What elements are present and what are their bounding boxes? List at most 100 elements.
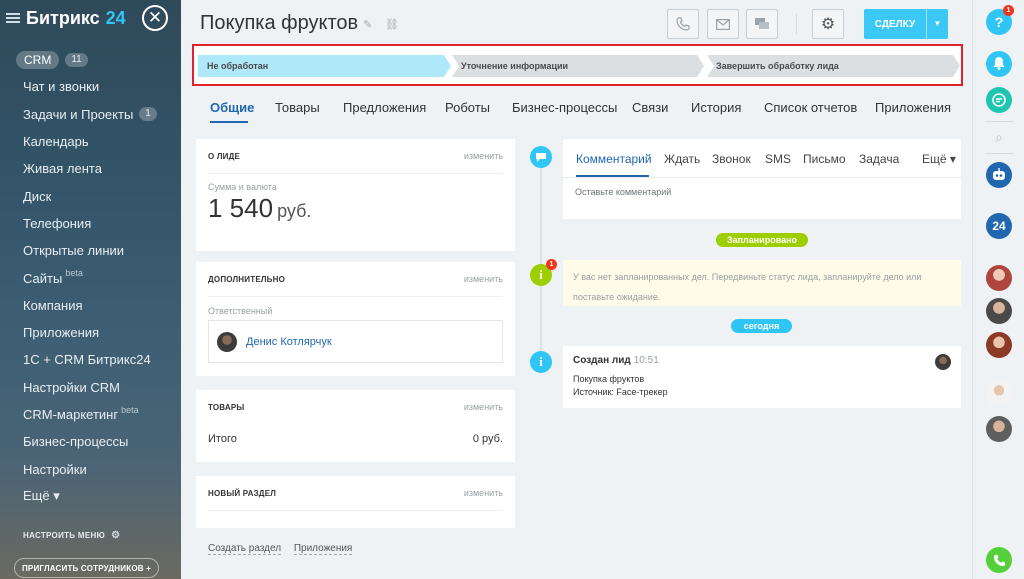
avatar[interactable] [986,265,1012,291]
divider [985,121,1013,122]
sidebar-item-bizproc[interactable]: Бизнес-процессы [0,428,181,455]
tab-general[interactable]: Общие [210,100,254,115]
avatar[interactable] [986,332,1012,358]
apps-link[interactable]: Приложения [293,543,353,555]
sidebar-item-count: 1 [139,107,157,122]
planned-count-badge: 1 [546,259,557,270]
composer-tab-more[interactable]: Ещё ▾ [922,152,956,166]
edit-link[interactable]: изменить [464,488,503,498]
sidebar-item-calendar[interactable]: Календарь [0,128,181,155]
header-divider [796,14,797,34]
open-lines-icon[interactable] [986,87,1012,113]
sidebar-menu: CRM 11 Чат и звонки Задачи и Проекты 1 К… [0,46,181,510]
chat-icon [755,18,769,29]
mail-button[interactable] [707,9,739,39]
sidebar-item-apps[interactable]: Приложения [0,319,181,346]
sidebar-item-open-lines[interactable]: Открытые линии [0,237,181,264]
sidebar-item-label: Диск [23,188,52,204]
edit-link[interactable]: изменить [464,151,503,161]
active-tab-indicator [210,121,248,123]
search-icon[interactable]: ⌕ [986,124,1012,150]
card-title: ТОВАРЫ [208,403,245,412]
bot-icon[interactable] [986,162,1012,188]
sidebar-item-company[interactable]: Компания [0,292,181,319]
sidebar-item-tasks[interactable]: Задачи и Проекты 1 [0,101,181,128]
tab-reports[interactable]: Список отчетов [764,100,857,115]
tab-apps[interactable]: Приложения [875,100,951,115]
comment-input[interactable]: Оставьте комментарий [575,187,671,197]
sidebar-item-crm[interactable]: CRM 11 [0,46,181,73]
composer-tab-sms[interactable]: SMS [765,152,791,166]
invite-button[interactable]: ПРИГЛАСИТЬ СОТРУДНИКОВ + [14,558,159,578]
sidebar-item-1c[interactable]: 1С + CRM Битрикс24 [0,346,181,373]
card-title: О ЛИДЕ [208,152,241,161]
phone-icon[interactable] [986,547,1012,573]
tab-offers[interactable]: Предложения [343,100,426,115]
total-value: 0 руб. [472,433,503,445]
close-icon[interactable]: ✕ [142,5,168,31]
pencil-icon[interactable]: ✎ [363,18,372,31]
bottom-links: Создать раздел Приложения [208,543,362,555]
total-label: Итого [208,433,237,445]
divider [208,510,503,511]
avatar [935,354,951,370]
sidebar-item-sites[interactable]: Сайты beta [0,264,181,291]
avatar[interactable] [986,298,1012,324]
sidebar-item-label: Настройки [23,461,87,477]
composer-tab-comment[interactable]: Комментарий [576,152,652,166]
composer-tab-email[interactable]: Письмо [803,152,846,166]
configure-menu-link[interactable]: НАСТРОИТЬ МЕНЮ ⚙ [23,530,120,541]
divider [563,177,961,178]
sidebar-item-crm-marketing[interactable]: CRM-маркетинг beta [0,401,181,428]
avatar[interactable] [986,380,1012,406]
create-section-link[interactable]: Создать раздел [208,543,282,555]
sidebar-item-label: Бизнес-процессы [23,434,129,450]
card-products: ТОВАРЫ изменить Итого 0 руб. [196,390,515,462]
stage-finish[interactable]: Завершить обработку лида [707,55,960,77]
tab-history[interactable]: История [691,100,741,115]
event-title: Создан лид 10:51 [573,355,659,366]
brand[interactable]: Битрикс 24 [6,6,126,30]
menu-icon[interactable] [6,11,20,25]
chat-button[interactable] [746,9,778,39]
responsible-name[interactable]: Денис Котлярчук [246,336,332,348]
sidebar-item-telephony[interactable]: Телефония [0,210,181,237]
create-deal-button[interactable]: СДЕЛКУ ▼ [864,9,948,39]
edit-link[interactable]: изменить [464,402,503,412]
sidebar-item-more[interactable]: Ещё ▾ [0,483,181,510]
sidebar-item-settings[interactable]: Настройки [0,455,181,482]
tab-bizproc[interactable]: Бизнес-процессы [512,100,617,115]
sidebar-item-chat[interactable]: Чат и звонки [0,73,181,100]
stage-clarify[interactable]: Уточнение информации [452,55,704,77]
amount-value[interactable]: 1 540 руб. [208,193,311,224]
lead-created-event[interactable]: Создан лид 10:51 Покупка фруктов Источник… [563,346,961,408]
stage-new[interactable]: Не обработан [198,55,451,77]
sidebar-item-label: Задачи и Проекты [23,106,134,122]
card-new-section: НОВЫЙ РАЗДЕЛ изменить [196,476,515,528]
sidebar-item-feed[interactable]: Живая лента [0,155,181,182]
link-icon[interactable]: ⛓ [385,18,399,31]
chevron-down-icon[interactable]: ▼ [926,9,948,39]
composer-tab-call[interactable]: Звонок [712,152,751,166]
settings-button[interactable]: ⚙ [812,9,844,39]
responsible-user[interactable]: Денис Котлярчук [208,320,503,363]
card-additional: ДОПОЛНИТЕЛЬНО изменить Ответственный Ден… [196,262,515,376]
stage-bar: Не обработан Уточнение информации Заверш… [192,44,963,86]
bell-icon[interactable] [986,51,1012,77]
phone-button[interactable] [667,9,699,39]
tab-robots[interactable]: Роботы [445,100,490,115]
tab-products[interactable]: Товары [275,100,320,115]
divider [208,173,503,174]
responsible-label: Ответственный [208,306,273,316]
composer-tab-wait[interactable]: Ждать [664,152,700,166]
event-title-text: Создан лид [573,355,631,366]
sidebar-item-crm-settings[interactable]: Настройки CRM [0,374,181,401]
composer-tab-task[interactable]: Задача [859,152,899,166]
tab-links[interactable]: Связи [632,100,668,115]
sidebar-item-disk[interactable]: Диск [0,182,181,209]
sidebar-item-label: Сайты [23,270,63,286]
avatar[interactable] [986,416,1012,442]
bitrix24-icon[interactable]: 24 [986,213,1012,239]
edit-link[interactable]: изменить [464,274,503,284]
today-pill: сегодня [731,319,792,333]
